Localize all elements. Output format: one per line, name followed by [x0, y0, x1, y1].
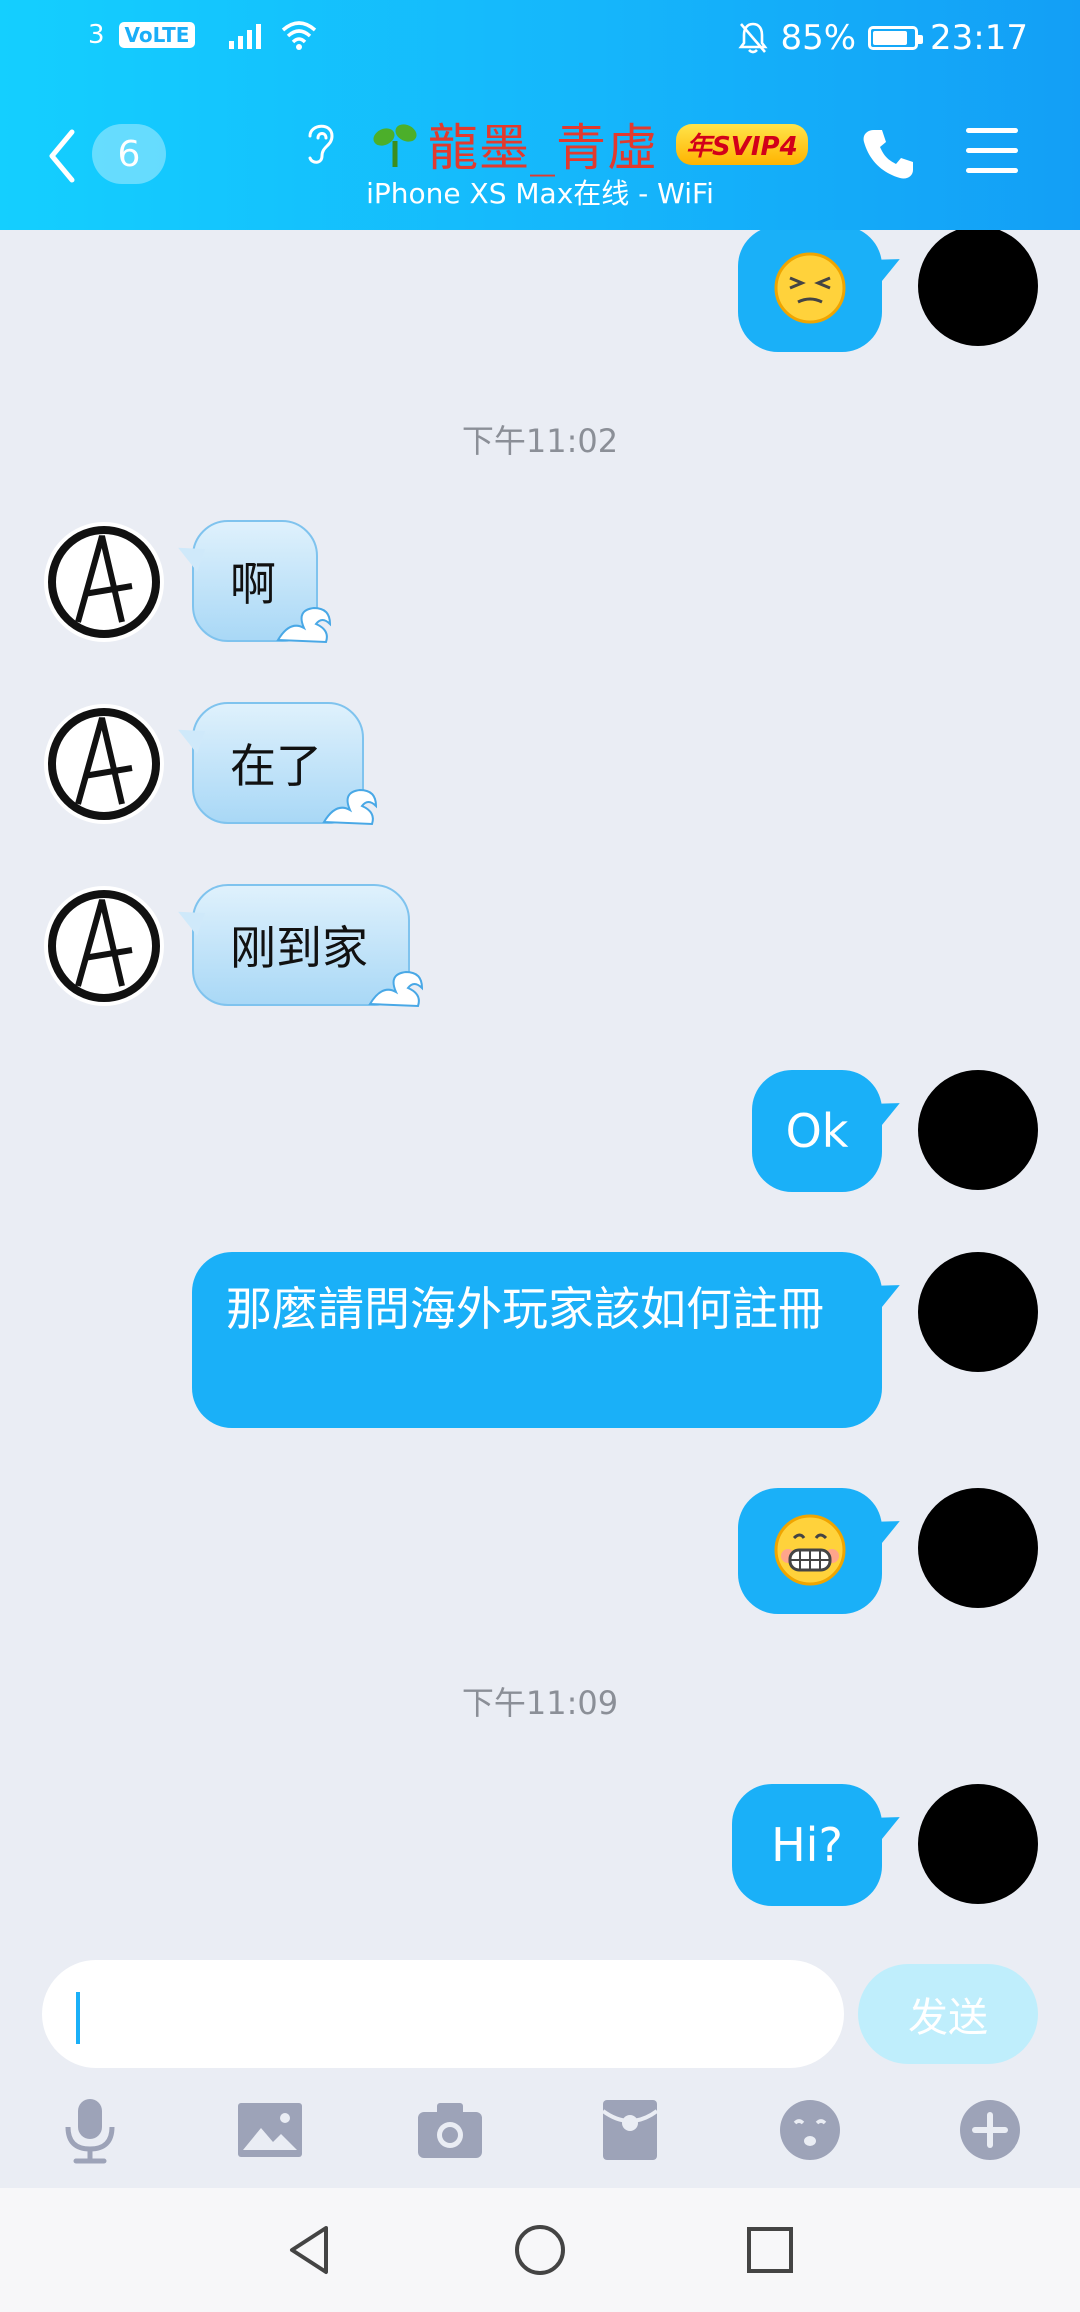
contact-title[interactable]: 龍墨_青虛 年SVIP4	[372, 108, 808, 180]
contact-avatar[interactable]	[44, 522, 164, 642]
system-nav-bar	[0, 2188, 1080, 2312]
anarchy-logo-avatar	[48, 708, 160, 820]
emoji-icon	[780, 2100, 840, 2160]
incoming-message[interactable]: 啊	[192, 520, 332, 644]
back-triangle-icon[interactable]	[278, 2218, 342, 2282]
more-button[interactable]	[950, 2090, 1030, 2170]
camera-icon	[418, 2103, 482, 2158]
image-icon	[238, 2103, 302, 2157]
incoming-message[interactable]: 在了	[192, 702, 378, 826]
image-button[interactable]	[230, 2090, 310, 2170]
message-text: 啊	[230, 557, 276, 611]
red-envelope-icon	[601, 2100, 659, 2160]
recents-square-icon[interactable]	[738, 2218, 802, 2282]
vip-badge: 年SVIP4	[676, 123, 808, 165]
status-bar: 3 VoLTE 85% 23:17	[0, 0, 1080, 80]
voice-button[interactable]	[50, 2090, 130, 2170]
outgoing-emoji-message[interactable]	[738, 1488, 882, 1614]
message-input[interactable]	[42, 1960, 844, 2068]
my-avatar[interactable]	[918, 1070, 1038, 1190]
grin-face-icon	[774, 1514, 846, 1586]
online-status: iPhone XS Max在线 - WiFi	[366, 177, 714, 210]
mute-bell-icon	[738, 22, 769, 54]
message-text: Hi?	[771, 1818, 843, 1872]
composer-toolbar	[0, 2090, 1080, 2180]
battery-icon	[868, 26, 924, 50]
outgoing-emoji-message[interactable]	[738, 230, 882, 352]
squint-face-icon	[774, 252, 846, 324]
red-envelope-button[interactable]	[590, 2090, 670, 2170]
send-button[interactable]: 发送	[858, 1964, 1038, 2064]
message-text: 刚到家	[230, 921, 368, 975]
volte-badge: VoLTE	[118, 22, 196, 48]
message-text: 在了	[230, 739, 322, 793]
outgoing-message[interactable]: 那麼請問海外玩家該如何註冊	[192, 1252, 882, 1428]
timestamp: 下午11:02	[461, 422, 619, 460]
contact-avatar[interactable]	[44, 886, 164, 1006]
wave-decoration-icon	[368, 970, 424, 1008]
clock: 23:17	[930, 18, 1028, 58]
composer: 发送	[0, 1950, 1080, 2188]
sim-slot-label: 3	[88, 20, 105, 50]
sprout-icon	[373, 124, 417, 167]
text-caret	[76, 1992, 80, 2044]
battery-percent: 85%	[780, 18, 857, 58]
incoming-message[interactable]: 刚到家	[192, 884, 424, 1008]
outgoing-message[interactable]: Hi?	[732, 1784, 882, 1906]
message-list[interactable]: 下午11:02 啊 在了 刚到家 Ok 那麼請問海外玩家該如何註冊 下午11:0…	[0, 230, 1080, 1950]
anarchy-logo-avatar	[48, 526, 160, 638]
message-text: 那麼請問海外玩家該如何註冊	[226, 1282, 824, 1336]
my-avatar[interactable]	[918, 1252, 1038, 1372]
my-avatar[interactable]	[918, 230, 1038, 346]
wave-decoration-icon	[322, 788, 378, 826]
outgoing-message[interactable]: Ok	[752, 1070, 882, 1192]
emoji-button[interactable]	[770, 2090, 850, 2170]
my-avatar[interactable]	[918, 1784, 1038, 1904]
chat-header: 3 VoLTE 85% 23:17 6 龍墨_青虛 年SVIP4 iPhone …	[0, 0, 1080, 230]
microphone-icon	[65, 2099, 115, 2164]
anarchy-logo-avatar	[48, 890, 160, 1002]
my-avatar[interactable]	[918, 1488, 1038, 1608]
signal-icon	[229, 21, 262, 49]
plus-icon	[960, 2100, 1020, 2160]
home-circle-icon[interactable]	[508, 2218, 572, 2282]
wifi-icon	[282, 21, 317, 50]
camera-button[interactable]	[410, 2090, 490, 2170]
ear-mode-icon[interactable]	[300, 118, 340, 168]
contact-avatar[interactable]	[44, 704, 164, 824]
wave-decoration-icon	[276, 606, 332, 644]
message-text: Ok	[785, 1104, 849, 1158]
menu-icon[interactable]	[966, 128, 1018, 178]
phone-icon[interactable]	[860, 126, 916, 182]
timestamp: 下午11:09	[461, 1684, 619, 1722]
contact-name: 龍墨_青虛	[428, 119, 658, 177]
